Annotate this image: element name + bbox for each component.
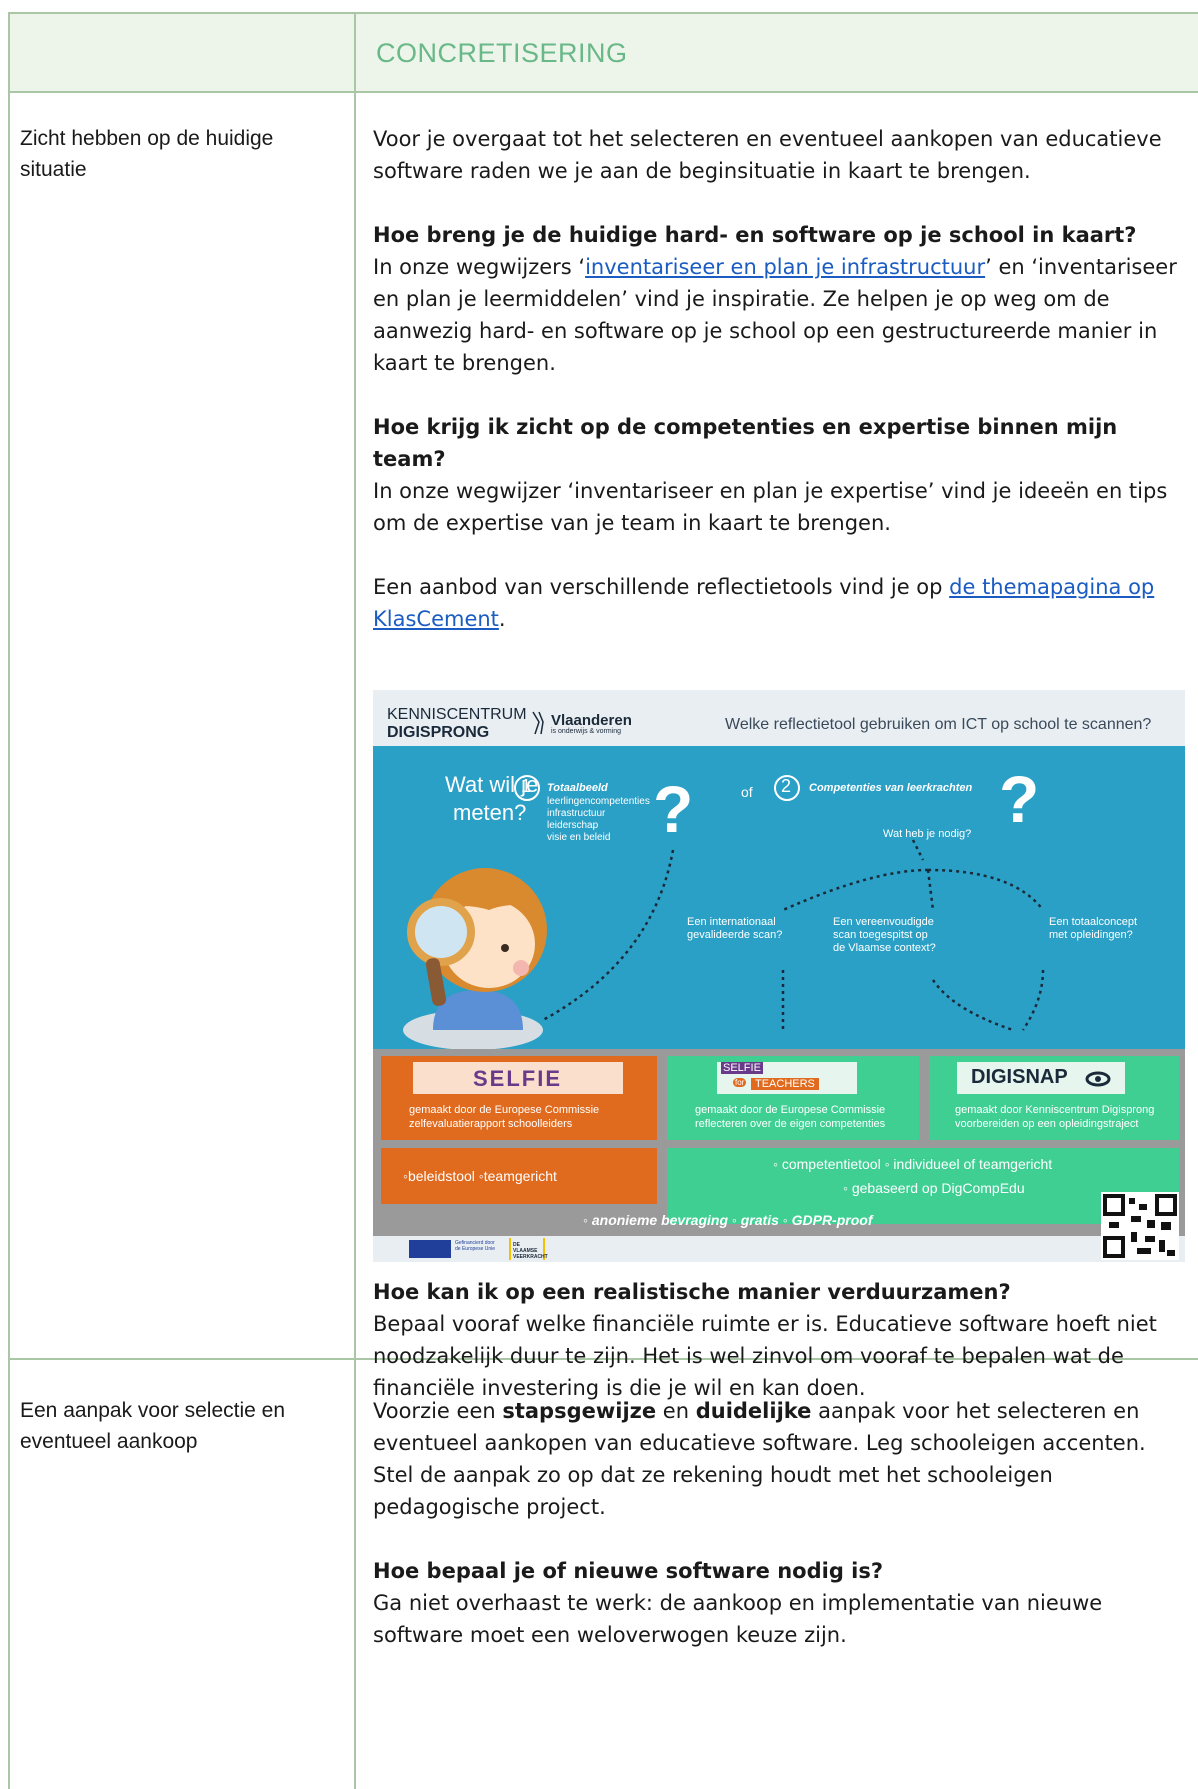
tool-features: ◦beleidstool ◦teamgericht <box>403 1168 557 1184</box>
option-title: Totaalbeeld <box>547 782 608 794</box>
header-title: CONCRETISERING <box>376 38 628 68</box>
tool-features: ◦ competentietool ◦ individueel of teamg… <box>773 1156 1053 1172</box>
selfie-logo: SELFIE <box>473 1066 563 1091</box>
paragraph: Bepaal vooraf welke financiële ruimte er… <box>373 1312 1157 1400</box>
flanders-lion-icon <box>532 711 544 735</box>
eye-icon <box>1085 1071 1111 1087</box>
need-option: Een totaalconcept <box>1049 916 1138 928</box>
infrastructure-link[interactable]: inventariseer en plan je infrastructuur <box>585 255 985 279</box>
need-option: de Vlaamse context? <box>833 942 936 954</box>
common-features: ◦ anonieme bevraging ◦ gratis ◦ GDPR-pro… <box>583 1212 873 1228</box>
vk-text: DE VLAAMSE VEERKRACHT <box>513 1242 548 1260</box>
paragraph: In onze wegwijzer ‘inventariseer en plan… <box>373 479 1168 535</box>
text: en <box>656 1399 696 1423</box>
emphasis: duidelijke <box>695 1399 812 1423</box>
row-label: Zicht hebben op de huidige situatie <box>20 127 274 181</box>
paragraph: Ga niet overhaast te werk: de aankoop en… <box>373 1591 1103 1647</box>
row-label: Een aanpak voor selectie en eventueel aa… <box>20 1399 286 1453</box>
tool-desc: zelfevaluatierapport schoolleiders <box>409 1118 573 1130</box>
row-content: Hoe kan ik op een realistische manier ve… <box>373 1276 1183 1404</box>
question-heading: Hoe kan ik op een realistische manier ve… <box>373 1280 1011 1304</box>
text: Een aanbod van verschillende reflectieto… <box>373 575 950 599</box>
vlaanderen-sub: is onderwijs & vorming <box>551 728 622 735</box>
option-number: 2 <box>781 776 792 796</box>
intro-text: Voor je overgaat tot het selecteren en e… <box>373 127 1162 183</box>
digisnap-logo: DIGISNAP <box>971 1066 1068 1088</box>
tool-features: ◦ gebaseerd op DigCompEdu <box>843 1180 1025 1196</box>
reflection-tool-infographic: KENNISCENTRUM DIGISPRONG Vlaanderen is o… <box>373 690 1185 1262</box>
text: . <box>498 607 506 631</box>
infographic-question: Welke reflectietool gebruiken om ICT op … <box>725 716 1152 733</box>
option-number: 1 <box>521 776 532 796</box>
need-option: Een vereenvoudigde <box>833 916 934 928</box>
tool-desc: gemaakt door Kenniscentrum Digisprong <box>955 1104 1155 1116</box>
question-heading: Hoe bepaal je of nieuwe software nodig i… <box>373 1559 884 1583</box>
paragraph: Voorzie een stapsgewijze en duidelijke a… <box>373 1395 1183 1523</box>
text: Voorzie een <box>373 1399 503 1423</box>
paragraph: In onze wegwijzers ‘inventariseer en pla… <box>373 251 1183 379</box>
emphasis: stapsgewijze <box>502 1399 657 1423</box>
column-divider <box>354 12 356 1789</box>
question-heading: Hoe breng je de huidige hard- en softwar… <box>373 223 1137 247</box>
need-option: gevalideerde scan? <box>687 929 783 941</box>
row-divider <box>8 91 1198 93</box>
selfie-teachers-logo: TEACHERS <box>751 1078 819 1090</box>
tool-desc: gemaakt door de Europese Commissie <box>695 1104 886 1116</box>
selfie-teachers-logo: for <box>733 1078 747 1087</box>
header-empty-cell <box>10 14 354 91</box>
tool-desc: voorbereiden op een opleidingstraject <box>955 1118 1139 1130</box>
paragraph: Een aanbod van verschillende reflectieto… <box>373 571 1183 635</box>
eu-flag-icon <box>409 1240 451 1258</box>
brand-name: DIGISPRONG <box>387 724 490 741</box>
need-option: Een internationaal <box>687 916 776 928</box>
text: In onze wegwijzers ‘ <box>373 255 586 279</box>
row-content: Voorzie een stapsgewijze en duidelijke a… <box>373 1395 1183 1651</box>
option-item: leerlingencompetenties <box>547 796 650 807</box>
selfie-teachers-logo: SELFIE <box>721 1062 763 1074</box>
eu-text: Gefinancierd door de Europese Unie <box>455 1240 496 1252</box>
vlaanderen-name: Vlaanderen <box>551 712 632 729</box>
need-option: met opleidingen? <box>1049 929 1133 941</box>
qr-code-icon <box>1101 1192 1179 1260</box>
brand-name: KENNISCENTRUM <box>387 706 527 723</box>
or-text: of <box>741 784 753 800</box>
row-content: Voor je overgaat tot het selecteren en e… <box>373 123 1183 635</box>
tool-desc: reflecteren over de eigen competenties <box>695 1118 886 1130</box>
option-title: Competenties van leerkrachten <box>809 782 973 794</box>
question-heading: Hoe krijg ik zicht op de competenties en… <box>373 415 1118 471</box>
need-option: scan toegespitst op <box>833 929 928 941</box>
tool-desc: gemaakt door de Europese Commissie <box>409 1104 600 1116</box>
